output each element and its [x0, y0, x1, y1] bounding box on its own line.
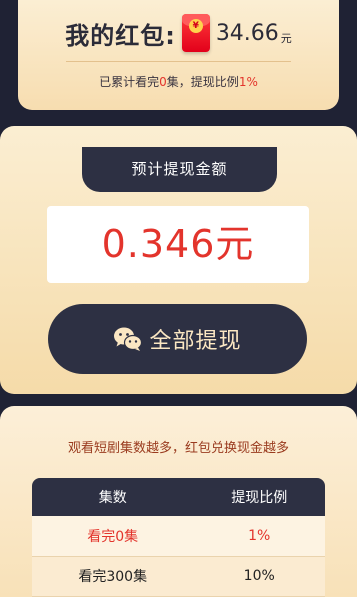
estimated-amount-box: 0.346元 — [47, 206, 309, 283]
progress-prefix: 已累计看完 — [99, 75, 160, 89]
yuan-coin-icon: ¥ — [188, 19, 203, 33]
red-packet-balance: 我的红包: ¥ 34.66 元 — [18, 14, 339, 52]
progress-rate: 1% — [238, 75, 258, 89]
row-rate: 1% — [193, 516, 325, 557]
balance-label: 我的红包: — [65, 21, 176, 50]
withdraw-all-button[interactable]: 全部提现 — [48, 304, 307, 374]
divider — [66, 61, 291, 62]
withdraw-all-label: 全部提现 — [149, 329, 242, 354]
row-episodes: 看完0集 — [32, 516, 194, 557]
header-rate: 提现比例 — [193, 478, 325, 516]
progress-episodes: 0 — [159, 75, 167, 89]
table-row: 看完300集 10% — [32, 556, 325, 597]
wechat-icon — [114, 327, 143, 351]
red-envelope-icon: ¥ — [181, 14, 210, 52]
red-packet-summary-card: 我的红包: ¥ 34.66 元 — [18, 0, 339, 110]
row-rate: 10% — [193, 556, 325, 597]
header-episodes: 集数 — [32, 478, 194, 516]
watch-progress-text: 已累计看完0集，提现比例1% — [0, 73, 357, 90]
table-header-row: 集数 提现比例 — [32, 478, 325, 516]
balance-unit: 元 — [280, 31, 292, 45]
row-episodes: 看完300集 — [32, 556, 194, 597]
table-row: 看完0集 1% — [32, 516, 325, 557]
progress-middle: 集，提现比例 — [166, 75, 239, 89]
estimate-title: 预计提现金额 — [82, 147, 277, 192]
estimated-amount: 0.346元 — [101, 222, 255, 266]
balance-amount: 34.66 — [215, 20, 279, 46]
withdraw-rate-table: 集数 提现比例 看完0集 1% 看完300集 10% — [32, 478, 325, 597]
tip-text: 观看短剧集数越多，红包兑换现金越多 — [67, 441, 289, 456]
